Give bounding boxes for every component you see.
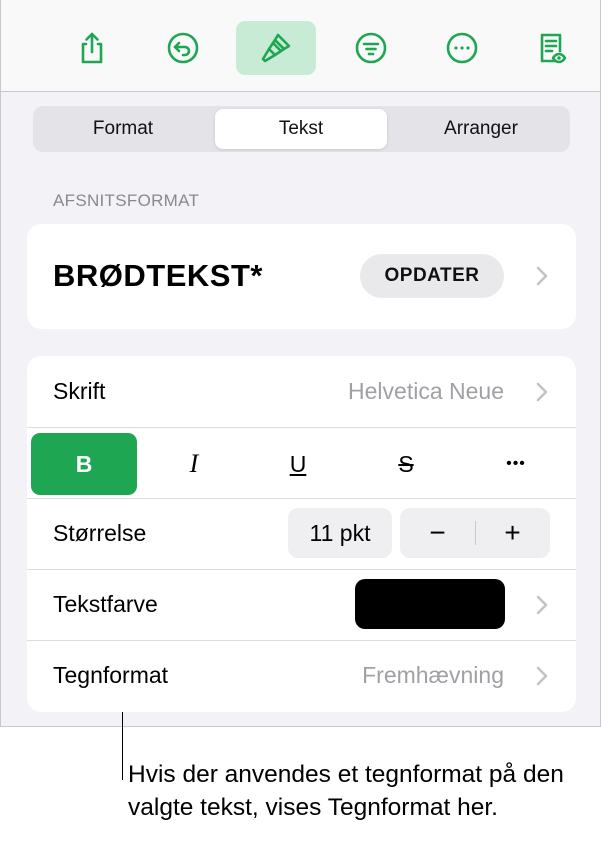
- size-decrease-button[interactable]: −: [400, 508, 475, 558]
- undo-button[interactable]: [143, 21, 223, 75]
- size-label: Størrelse: [53, 520, 147, 546]
- char-style-label: Tegnformat: [53, 662, 169, 688]
- undo-icon: [167, 32, 199, 64]
- strikethrough-button[interactable]: S: [353, 433, 459, 495]
- reading-view-button[interactable]: [511, 21, 591, 75]
- size-increase-button[interactable]: +: [475, 508, 550, 558]
- tab-arranger[interactable]: Arranger: [395, 109, 567, 149]
- share-button[interactable]: [52, 21, 132, 75]
- text-color-label: Tekstfarve: [53, 591, 158, 617]
- format-brush-button[interactable]: [236, 21, 316, 75]
- underline-button[interactable]: U: [245, 433, 351, 495]
- update-button[interactable]: OPDATER: [360, 254, 504, 298]
- chevron-right-icon: [536, 666, 548, 686]
- font-value: Helvetica Neue: [348, 378, 504, 404]
- size-value[interactable]: 11 pkt: [288, 508, 392, 558]
- more-icon: [446, 32, 478, 64]
- tab-tekst[interactable]: Tekst: [215, 109, 387, 149]
- format-buttons-row: B I U S •••: [27, 427, 576, 499]
- organize-button[interactable]: [331, 21, 411, 75]
- italic-button[interactable]: I: [141, 433, 247, 495]
- size-row: Størrelse 11 pkt − +: [27, 498, 576, 570]
- reading-view-icon: [540, 33, 567, 64]
- chevron-right-icon: [536, 382, 548, 402]
- tab-format[interactable]: Format: [37, 109, 209, 149]
- font-label: Skrift: [53, 378, 106, 404]
- char-style-row[interactable]: Tegnformat Fremhævning: [27, 640, 576, 711]
- toolbar: [1, 0, 600, 92]
- chevron-right-icon: [536, 266, 548, 286]
- share-icon: [81, 32, 103, 64]
- bold-button[interactable]: B: [31, 433, 137, 495]
- callout-line: [122, 712, 123, 780]
- text-settings-card: Skrift Helvetica Neue B I U S ••• Større…: [27, 356, 576, 712]
- paragraph-style-card[interactable]: BRØDTEKST* OPDATER: [27, 224, 576, 329]
- text-color-swatch[interactable]: [355, 579, 505, 629]
- callout-text: Hvis der anvendes et tegnformat på den v…: [128, 761, 564, 821]
- more-format-button[interactable]: •••: [463, 433, 569, 495]
- format-panel: Format Tekst Arranger AFSNITSFORMAT BRØD…: [0, 0, 601, 727]
- font-row[interactable]: Skrift Helvetica Neue: [27, 356, 576, 428]
- chevron-right-icon: [536, 595, 548, 615]
- char-style-value: Fremhævning: [362, 662, 504, 688]
- tab-bar: Format Tekst Arranger: [33, 106, 570, 152]
- filter-icon: [355, 32, 387, 64]
- size-stepper: − +: [400, 508, 550, 558]
- paragraph-style-name: BRØDTEKST*: [53, 258, 263, 293]
- more-button[interactable]: [422, 21, 502, 75]
- text-color-row[interactable]: Tekstfarve: [27, 569, 576, 641]
- section-label: AFSNITSFORMAT: [53, 191, 200, 210]
- paintbrush-icon: [261, 33, 291, 63]
